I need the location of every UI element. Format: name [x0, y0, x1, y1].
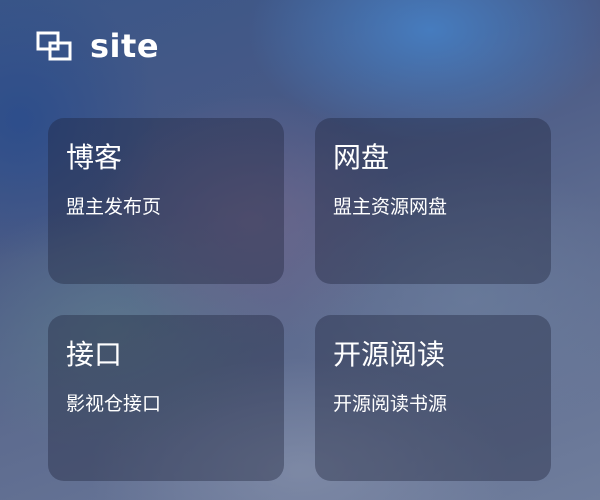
card-title: 开源阅读 [333, 338, 446, 371]
card-subtitle: 开源阅读书源 [333, 393, 448, 415]
card-subtitle: 影视仓接口 [66, 393, 162, 415]
card-open-source-reading[interactable]: 开源阅读 开源阅读书源 [315, 315, 551, 481]
card-subtitle: 盟主发布页 [66, 196, 162, 218]
card-api[interactable]: 接口 影视仓接口 [48, 315, 284, 481]
overlapping-squares-icon [36, 31, 72, 61]
card-blog[interactable]: 博客 盟主发布页 [48, 118, 284, 284]
card-subtitle: 盟主资源网盘 [333, 196, 448, 218]
card-cloud-disk[interactable]: 网盘 盟主资源网盘 [315, 118, 551, 284]
card-title: 接口 [66, 338, 123, 371]
card-title: 网盘 [333, 141, 390, 174]
page-title: site [90, 27, 160, 65]
page-header: site [36, 24, 159, 68]
card-title: 博客 [66, 141, 123, 174]
